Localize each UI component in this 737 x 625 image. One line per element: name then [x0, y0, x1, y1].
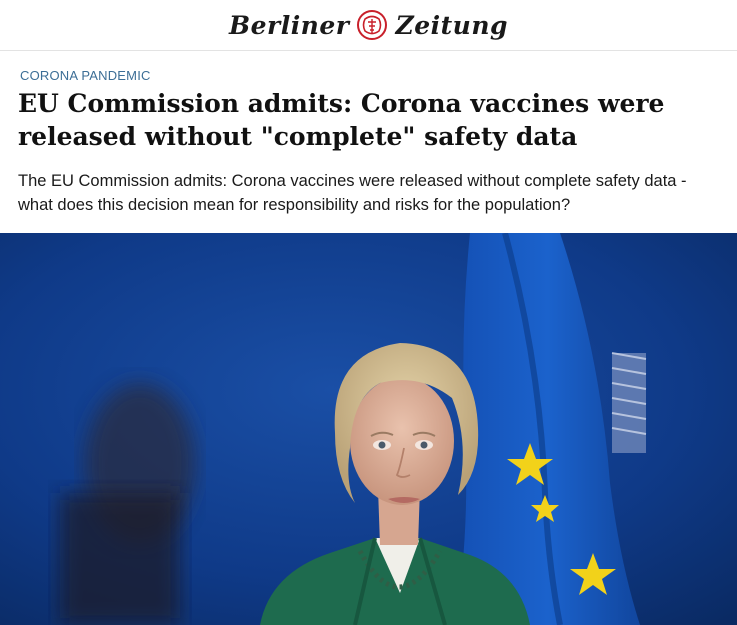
hero-photo[interactable] [0, 233, 737, 625]
brand-name-right: Zeitung [395, 10, 508, 40]
masthead: Berliner Zeitung [0, 0, 737, 51]
berliner-bear-seal-icon [357, 10, 388, 40]
article-kicker[interactable]: CORONA PANDEMIC [20, 68, 151, 83]
brand-name-left: Berliner [228, 10, 350, 40]
hero-photo-illustration [0, 233, 737, 625]
article-headline[interactable]: EU Commission admits: Corona vaccines we… [18, 87, 718, 153]
article-subhead: The EU Commission admits: Corona vaccine… [18, 172, 687, 214]
site-logo-link[interactable]: Berliner Zeitung [229, 8, 508, 42]
